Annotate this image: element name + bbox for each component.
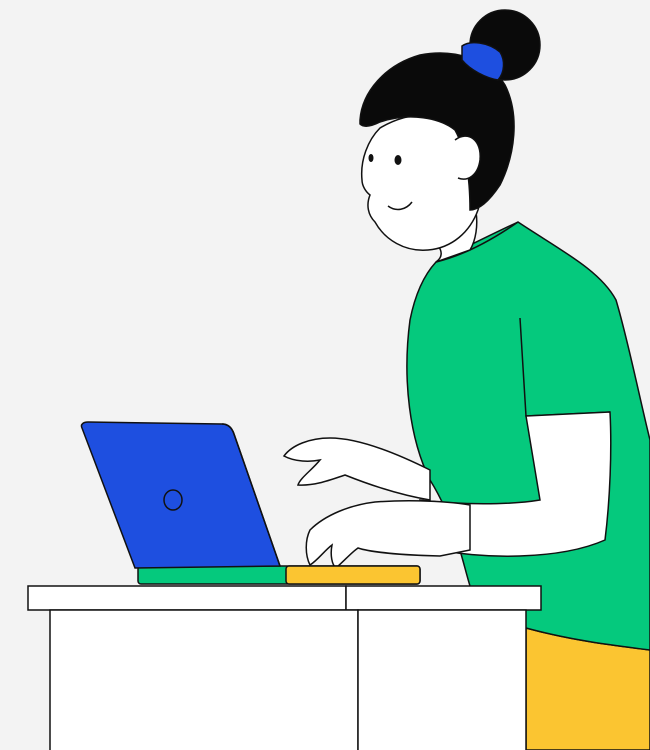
desk-body-right bbox=[357, 609, 527, 750]
eye-icon bbox=[394, 155, 402, 165]
front-hand bbox=[305, 500, 471, 569]
desk-body-left bbox=[49, 609, 359, 750]
eye-icon-second bbox=[368, 154, 374, 162]
illustration-scene bbox=[0, 0, 650, 750]
desk-top-right bbox=[345, 585, 542, 611]
woman-at-laptop-illustration bbox=[27, 9, 650, 750]
back-hand bbox=[282, 437, 431, 501]
desk-top-left bbox=[27, 585, 347, 611]
laptop-palmrest bbox=[285, 565, 421, 585]
desk bbox=[27, 585, 542, 750]
